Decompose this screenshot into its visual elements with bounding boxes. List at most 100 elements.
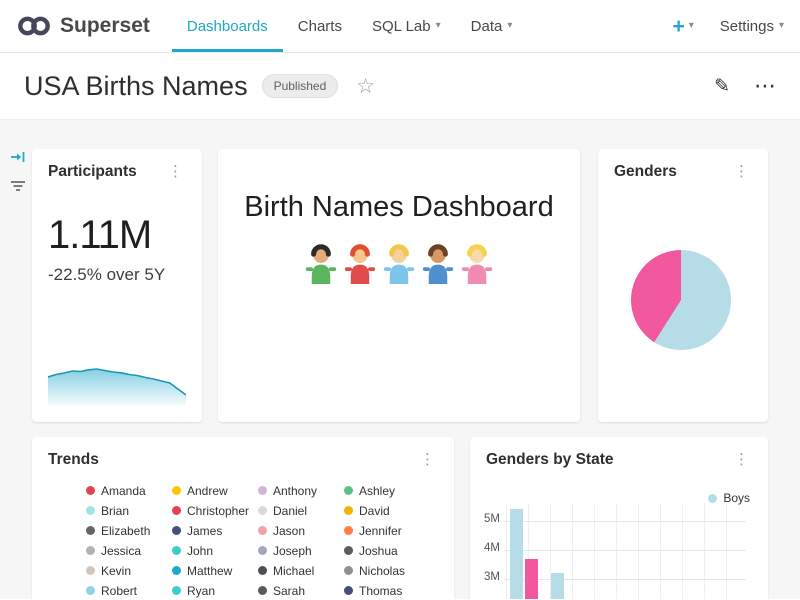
trend-legend-item[interactable]: Christopher (172, 504, 258, 517)
header-actions: ✎ ⋯ (714, 75, 776, 98)
legend-label: Michael (273, 564, 314, 578)
trend-legend-item[interactable]: Brian (86, 504, 172, 517)
vertical-gridline (638, 503, 639, 599)
trend-legend-item[interactable]: John (172, 544, 258, 557)
legend-label: Nicholas (359, 564, 405, 578)
legend-label: Sarah (273, 584, 305, 598)
trend-legend-item[interactable]: Daniel (258, 504, 344, 517)
trend-legend-item[interactable]: Jason (258, 524, 344, 537)
card-title: Genders by State (486, 451, 614, 469)
kebab-menu-icon[interactable]: ⋮ (165, 163, 186, 180)
superset-logo-icon (16, 14, 52, 38)
nav-label: Dashboards (187, 18, 268, 35)
chevron-down-icon: ▾ (507, 21, 512, 31)
bar-boys[interactable] (551, 573, 564, 599)
horizontal-gridline (504, 521, 746, 522)
kebab-menu-icon[interactable]: ⋮ (731, 163, 752, 180)
legend-label: Anthony (273, 484, 317, 498)
kid-figure-icon (421, 242, 455, 284)
vertical-gridline (506, 503, 507, 599)
trend-legend-item[interactable]: David (344, 504, 430, 517)
legend-dot (258, 526, 267, 535)
expand-filter-bar-icon[interactable] (10, 150, 26, 164)
legend-label: John (187, 544, 213, 558)
trend-legend-item[interactable]: Michael (258, 564, 344, 577)
brand[interactable]: Superset (16, 0, 150, 52)
legend-dot (86, 506, 95, 515)
trend-legend-item[interactable]: Kevin (86, 564, 172, 577)
bar-girls[interactable] (525, 559, 538, 599)
trend-legend-item[interactable]: Jessica (86, 544, 172, 557)
edit-pencil-icon[interactable]: ✎ (714, 75, 730, 98)
brand-name: Superset (60, 14, 150, 38)
more-ellipsis-icon[interactable]: ⋯ (754, 75, 776, 97)
legend-label: James (187, 524, 222, 538)
card-header: Participants ⋮ (48, 163, 186, 181)
filter-icon[interactable] (10, 180, 26, 192)
card-title: Participants (48, 163, 137, 181)
kids-row (234, 242, 564, 284)
vertical-gridline (704, 503, 705, 599)
trend-legend-item[interactable]: Andrew (172, 484, 258, 497)
markdown-card: Birth Names Dashboard (218, 149, 580, 422)
nav-item-sql-lab[interactable]: SQL Lab ▾ (357, 0, 456, 52)
card-header: Trends ⋮ (48, 451, 438, 469)
legend-label: Brian (101, 504, 129, 518)
trend-legend-item[interactable]: Joshua (344, 544, 430, 557)
legend-label: Jessica (101, 544, 141, 558)
trend-legend-item[interactable]: Anthony (258, 484, 344, 497)
y-tick-label: 4M (472, 542, 500, 554)
legend-dot (86, 486, 95, 495)
legend-dot (344, 506, 353, 515)
trend-legend-item[interactable]: Robert (86, 584, 172, 597)
legend-label: Joshua (359, 544, 398, 558)
status-badge[interactable]: Published (262, 74, 339, 98)
bar-boys[interactable] (510, 509, 523, 599)
legend-dot (258, 486, 267, 495)
legend-dot (172, 546, 181, 555)
legend-dot (344, 486, 353, 495)
trend-legend-item[interactable]: Amanda (86, 484, 172, 497)
y-tick-label: 3M (472, 571, 500, 583)
trend-legend-item[interactable]: Ashley (344, 484, 430, 497)
kebab-menu-icon[interactable]: ⋮ (417, 451, 438, 468)
nav-item-dashboards[interactable]: Dashboards (172, 0, 283, 52)
favorite-star-icon[interactable]: ☆ (356, 74, 375, 99)
trends-card: Trends ⋮ Amanda Andrew Anthony Ashley Brian C… (32, 437, 454, 599)
state-plot[interactable]: 5M4M3M (486, 501, 750, 599)
genders-pie[interactable] (631, 250, 731, 350)
settings-label: Settings (720, 18, 774, 35)
legend-label: Ryan (187, 584, 215, 598)
legend-label: Elizabeth (101, 524, 150, 538)
genders-card: Genders ⋮ (598, 149, 768, 422)
legend-label: Amanda (101, 484, 146, 498)
vertical-gridline (616, 503, 617, 599)
card-title: Trends (48, 451, 99, 469)
trend-legend-item[interactable]: James (172, 524, 258, 537)
new-button[interactable]: + ▾ (672, 16, 693, 37)
kid-figure-icon (343, 242, 377, 284)
trend-legend-item[interactable]: Nicholas (344, 564, 430, 577)
trend-legend-item[interactable]: Elizabeth (86, 524, 172, 537)
vertical-gridline (660, 503, 661, 599)
trend-legend-item[interactable]: Matthew (172, 564, 258, 577)
legend-dot (172, 566, 181, 575)
nav-item-charts[interactable]: Charts (283, 0, 357, 52)
trend-legend-item[interactable]: Jennifer (344, 524, 430, 537)
participants-card: Participants ⋮ 1.11M -22.5% over 5Y (32, 149, 202, 422)
plus-icon: + (672, 16, 684, 37)
trend-legend-item[interactable]: Sarah (258, 584, 344, 597)
nav-menu: Dashboards Charts SQL Lab ▾ Data ▾ (172, 0, 527, 52)
nav-item-data[interactable]: Data ▾ (456, 0, 528, 52)
settings-menu[interactable]: Settings ▾ (720, 18, 784, 35)
trend-legend-item[interactable]: Thomas (344, 584, 430, 597)
participants-trendline-chart[interactable] (48, 344, 186, 406)
trend-legend-item[interactable]: Joseph (258, 544, 344, 557)
legend-label: Kevin (101, 564, 131, 578)
legend-label: Christopher (187, 504, 249, 518)
trend-legend-item[interactable]: Ryan (172, 584, 258, 597)
y-tick-label: 5M (472, 513, 500, 525)
chevron-down-icon: ▾ (779, 21, 784, 31)
legend-label: Matthew (187, 564, 232, 578)
kebab-menu-icon[interactable]: ⋮ (731, 451, 752, 468)
